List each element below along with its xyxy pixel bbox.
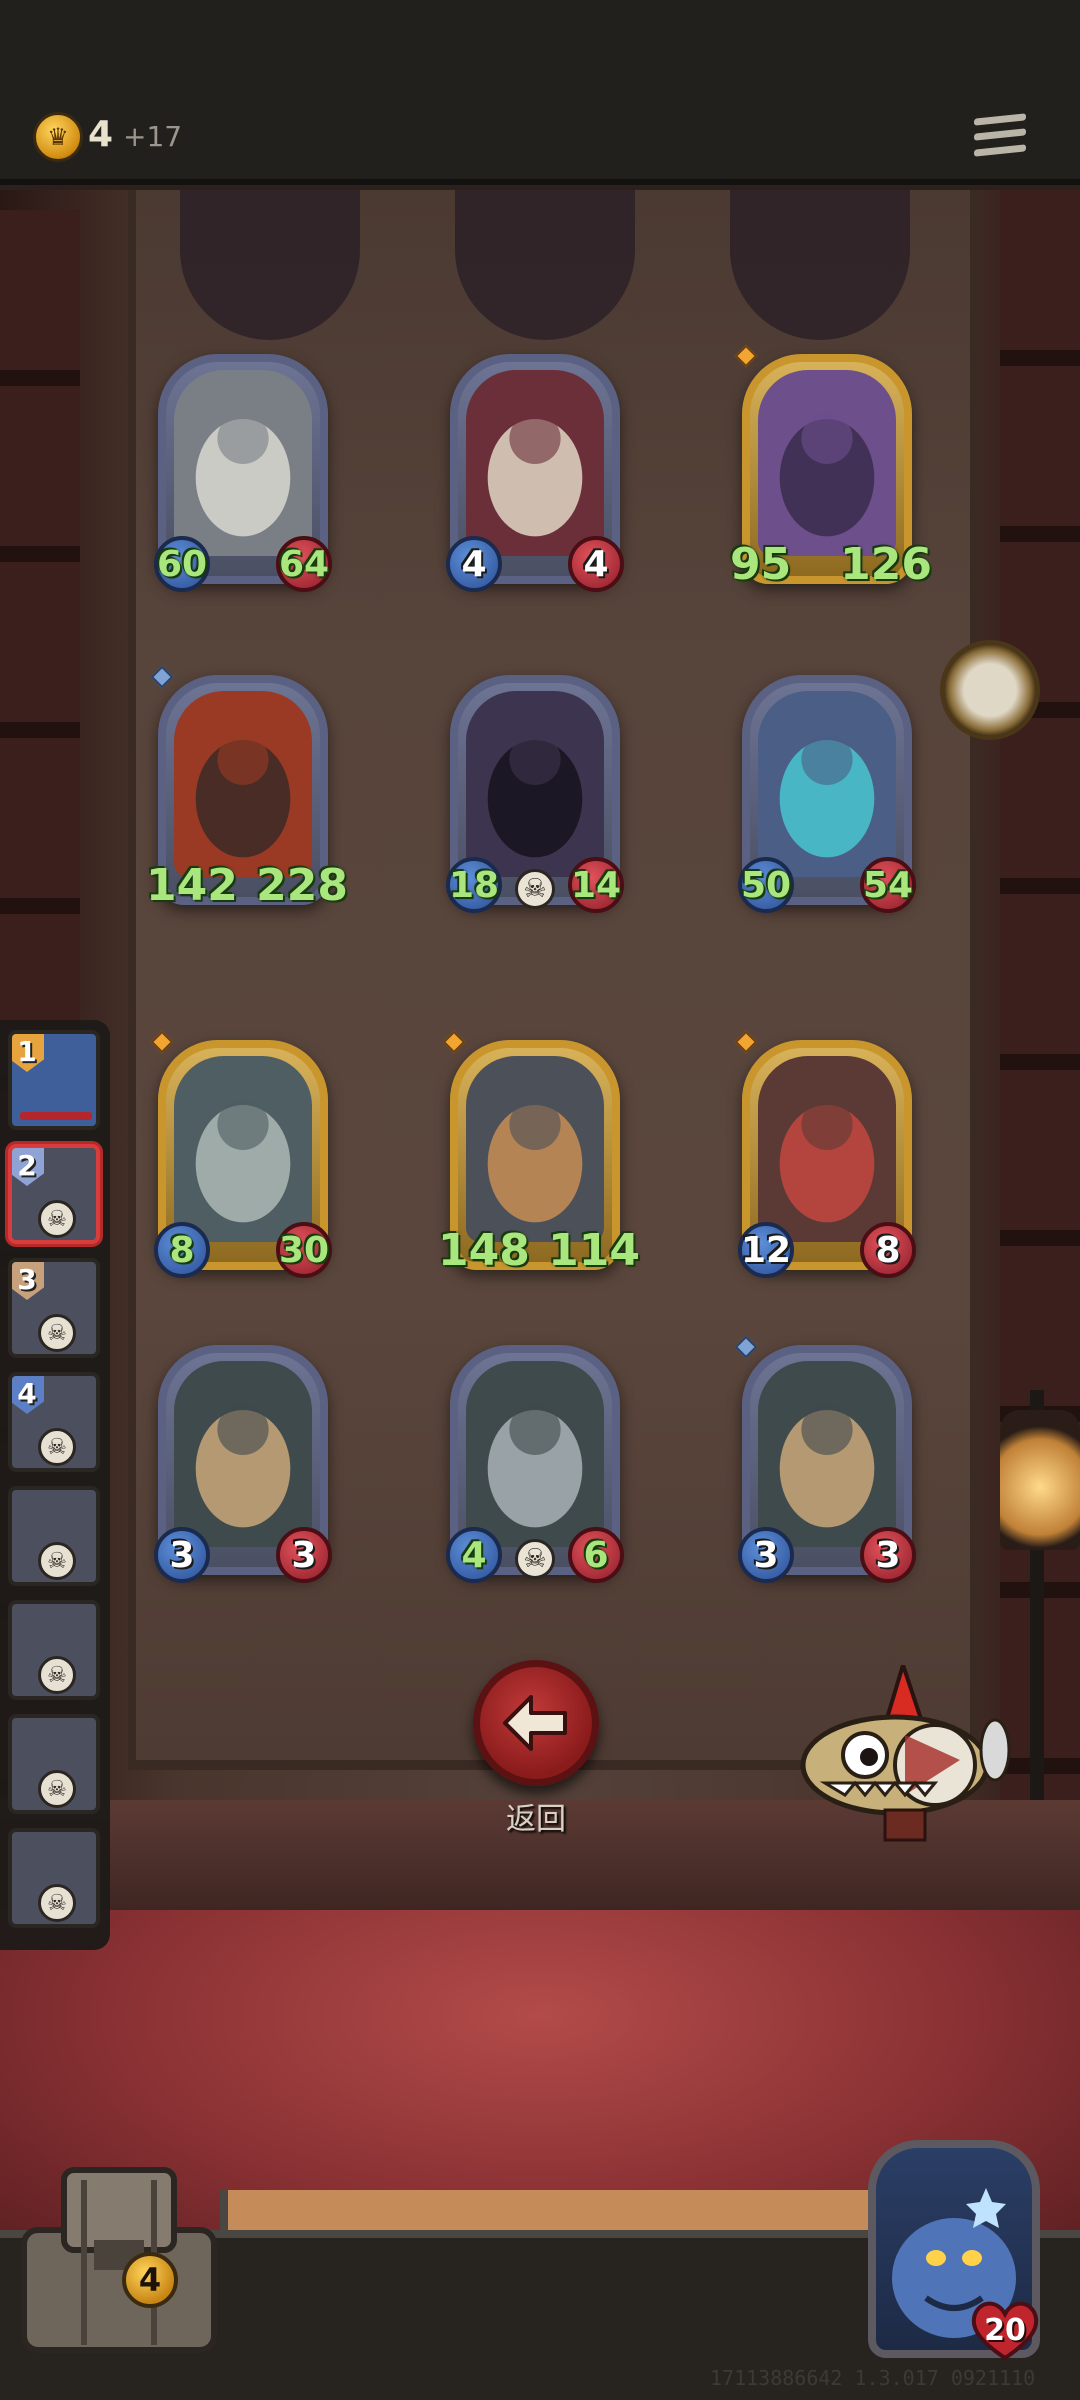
skull-icon: ☠ [38, 1428, 76, 1466]
attack-value: 4 [446, 1527, 502, 1583]
health-value: 228 [256, 859, 348, 911]
menu-button[interactable] [972, 108, 1028, 162]
clown-portrait [466, 370, 604, 556]
lineup-slot[interactable]: ☠ [8, 1828, 100, 1928]
health-value: 6 [568, 1527, 624, 1583]
unit-card-missile-rig[interactable]: 33 [154, 1345, 332, 1583]
attack-value: 12 [738, 1222, 794, 1278]
return-button[interactable] [473, 1660, 599, 1786]
unit-card-missile-rig[interactable]: 33 [734, 1335, 916, 1583]
gold-amount: 4 [88, 114, 114, 155]
attack-value: 50 [738, 857, 794, 913]
missile-rig-portrait [174, 1361, 312, 1547]
lineup-slot-number: 3 [12, 1262, 44, 1300]
lineup-slot[interactable]: 1 [8, 1030, 100, 1130]
skull-icon: ☠ [38, 1200, 76, 1238]
attack-value: 3 [154, 1527, 210, 1583]
hamburger-menu-icon [974, 113, 1026, 126]
unit-card-robot-bell[interactable]: 4 6 ☠ [446, 1345, 624, 1583]
unit-card-shark-brute[interactable]: 8 30 [150, 1030, 332, 1278]
dark-monk-portrait [466, 691, 604, 877]
lineup-slot[interactable]: 4 ☠ [8, 1372, 100, 1472]
spear-boy-portrait [466, 1056, 604, 1242]
health-value: 14 [568, 857, 624, 913]
top-bar: ♛ 4 +17 [0, 0, 1080, 185]
hero-health-badge: 20 [970, 2298, 1040, 2362]
skull-icon: ☠ [515, 869, 555, 909]
unit-card-cannon[interactable]: 60 64 [154, 354, 332, 592]
gold-income: +17 [123, 120, 183, 153]
attack-value: 142 [146, 859, 238, 911]
health-bar [20, 1112, 92, 1120]
health-value: 114 [548, 1224, 640, 1276]
missile-rig-portrait [758, 1361, 896, 1547]
unit-card-clown[interactable]: 44 [446, 354, 624, 592]
health-value: 54 [860, 857, 916, 913]
skull-icon: ☠ [38, 1884, 76, 1922]
chest-counter: 4 [122, 2252, 178, 2308]
sea-sorceress-portrait [758, 691, 896, 877]
cannon-portrait [174, 370, 312, 556]
octopus-pirate-portrait [758, 370, 896, 556]
health-value: 3 [276, 1527, 332, 1583]
attack-value: 18 [446, 857, 502, 913]
skull-icon: ☠ [38, 1770, 76, 1808]
attack-value: 148 [438, 1224, 530, 1276]
skull-icon: ☠ [38, 1656, 76, 1694]
unit-card-sea-sorceress[interactable]: 50 54 [738, 675, 916, 913]
crown-coin-icon: ♛ [33, 112, 83, 162]
hooded-assassin-portrait [174, 691, 312, 877]
attack-value: 60 [154, 536, 210, 592]
attack-value: 8 [154, 1222, 210, 1278]
lineup-slot-number: 4 [12, 1376, 44, 1414]
shark-brute-portrait [174, 1056, 312, 1242]
unit-card-spear-boy[interactable]: 148 114 [438, 1030, 640, 1276]
shark-plane-mascot[interactable] [785, 1665, 1015, 1855]
unit-card-octopus-pirate[interactable]: 95 126 [730, 344, 932, 590]
skull-icon: ☠ [38, 1542, 76, 1580]
skull-icon: ☠ [515, 1539, 555, 1579]
health-value: 3 [860, 1527, 916, 1583]
return-label: 返回 [506, 1802, 566, 1837]
health-value: 64 [276, 536, 332, 592]
lineup-slot[interactable]: ☠ [8, 1714, 100, 1814]
health-value: 30 [276, 1222, 332, 1278]
robot-bell-portrait [466, 1361, 604, 1547]
lineup-slot[interactable]: ☠ [8, 1600, 100, 1700]
lantern-icon [1000, 1410, 1080, 1550]
health-value: 126 [840, 538, 932, 590]
arrow-left-icon [503, 1695, 567, 1751]
lineup-slot[interactable]: 3 ☠ [8, 1258, 100, 1358]
lineup-slot-number: 2 [12, 1148, 44, 1186]
unit-card-dark-monk[interactable]: 18 14 ☠ [446, 675, 624, 913]
pocket-watch-icon[interactable] [940, 640, 1040, 740]
attack-value: 95 [730, 538, 792, 590]
attack-value: 4 [446, 536, 502, 592]
health-value: 4 [568, 536, 624, 592]
lineup-slot[interactable]: 2 ☠ [8, 1144, 100, 1244]
build-info: 17113886642 1.3.017 0921110 [710, 2366, 1036, 2390]
lineup-slot[interactable]: ☠ [8, 1486, 100, 1586]
skull-icon: ☠ [38, 1314, 76, 1352]
lineup-slot-number: 1 [12, 1034, 44, 1072]
hero-health-value: 20 [984, 2312, 1026, 2348]
health-value: 8 [860, 1222, 916, 1278]
unit-card-hooded-assassin[interactable]: 142 228 [146, 665, 348, 911]
red-mech-portrait [758, 1056, 896, 1242]
attack-value: 3 [738, 1527, 794, 1583]
unit-card-red-mech[interactable]: 12 8 [734, 1030, 916, 1278]
treasure-chest-icon[interactable] [14, 2160, 224, 2360]
